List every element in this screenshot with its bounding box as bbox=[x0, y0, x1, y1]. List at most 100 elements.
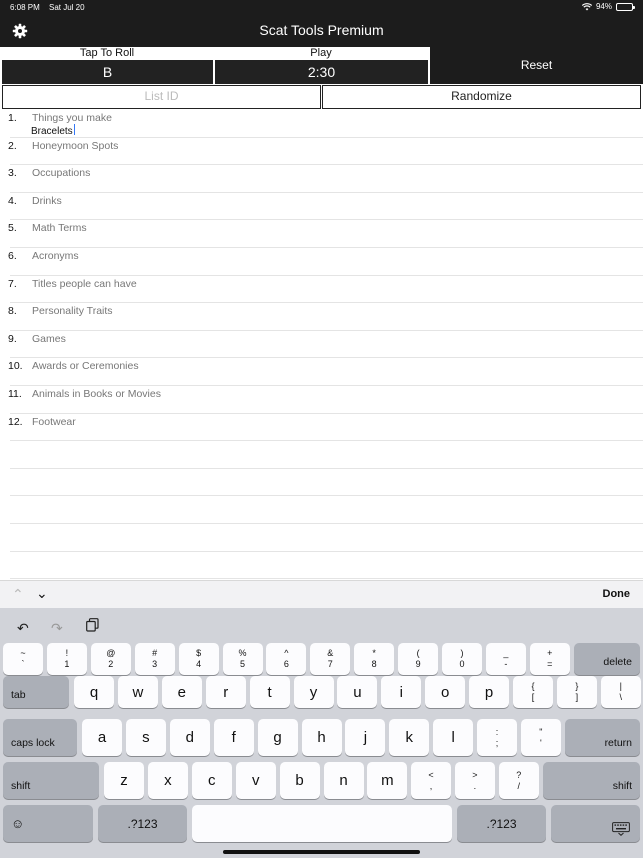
list-item[interactable]: 11. Animals in Books or Movies bbox=[8, 386, 643, 414]
key-j[interactable]: j bbox=[345, 719, 386, 756]
key[interactable]: (9 bbox=[398, 643, 439, 675]
list-item[interactable]: 10. Awards or Ceremonies bbox=[8, 358, 643, 386]
redo-icon[interactable]: ↷ bbox=[51, 620, 63, 637]
return-key[interactable]: return bbox=[565, 719, 640, 756]
key-a[interactable]: a bbox=[82, 719, 122, 756]
right-shift-key[interactable]: shift bbox=[543, 762, 640, 799]
key[interactable]: ) 0 bbox=[442, 643, 482, 675]
text-cursor bbox=[73, 124, 75, 135]
list-item[interactable]: 7. Titles people can have bbox=[8, 276, 643, 304]
key[interactable]: <, bbox=[411, 762, 451, 799]
status-right: 94% bbox=[581, 2, 635, 11]
key-bottom-glyph: - bbox=[504, 659, 508, 669]
key-label: .?123 bbox=[127, 816, 158, 831]
key-q[interactable]: q bbox=[74, 676, 114, 708]
key[interactable]: >. bbox=[454, 762, 495, 799]
key[interactable]: _ - bbox=[485, 643, 526, 675]
tab-key[interactable]: tab bbox=[3, 676, 69, 708]
key-t[interactable]: t bbox=[249, 676, 290, 708]
done-button[interactable]: Done bbox=[603, 588, 631, 600]
key-n[interactable]: n bbox=[323, 762, 364, 799]
key-glyph: e bbox=[177, 683, 186, 701]
key[interactable]: $4 bbox=[178, 643, 219, 675]
key[interactable]: | \ bbox=[600, 676, 641, 708]
paste-icon[interactable] bbox=[86, 618, 99, 635]
key-r[interactable]: r bbox=[205, 676, 246, 708]
answer-input[interactable]: Bracelets bbox=[31, 124, 75, 137]
list-item[interactable]: 12. Footwear bbox=[8, 414, 643, 442]
key[interactable]: #3 bbox=[134, 643, 175, 675]
key[interactable]: ^ 6 bbox=[266, 643, 307, 675]
key[interactable]: * 8 bbox=[354, 643, 395, 675]
key-top-glyph: ! bbox=[65, 648, 69, 658]
emoji-key[interactable]: ☺ bbox=[3, 805, 93, 842]
key-z[interactable]: z bbox=[104, 762, 144, 799]
key-g[interactable]: g bbox=[257, 719, 298, 756]
key[interactable]: + = bbox=[529, 643, 570, 675]
numbers-key-left[interactable]: .?123 bbox=[98, 805, 187, 842]
key-p[interactable]: p bbox=[469, 676, 510, 708]
key-o[interactable]: o bbox=[425, 676, 466, 708]
delete-key[interactable]: delete bbox=[574, 643, 640, 675]
numbers-key-right[interactable]: .?123 bbox=[457, 805, 546, 842]
timer-button[interactable]: 2:30 bbox=[215, 60, 428, 84]
key-x[interactable]: x bbox=[147, 762, 188, 799]
randomize-button[interactable]: Randomize bbox=[322, 85, 641, 109]
key[interactable]: @2 bbox=[90, 643, 131, 675]
key[interactable]: ! 1 bbox=[46, 643, 87, 675]
hide-keyboard-key[interactable] bbox=[551, 805, 640, 842]
left-shift-key[interactable]: shift bbox=[3, 762, 99, 799]
list-item[interactable]: 9. Games bbox=[8, 331, 643, 359]
roll-letter-button[interactable]: B bbox=[2, 60, 213, 84]
key[interactable]: }] bbox=[556, 676, 597, 708]
key[interactable]: {[ bbox=[513, 676, 553, 708]
key[interactable]: & 7 bbox=[310, 643, 351, 675]
list-item[interactable]: 2. Honeymoon Spots bbox=[8, 138, 643, 166]
list-item bbox=[10, 524, 643, 552]
key[interactable]: ~ ` bbox=[3, 643, 43, 675]
key-u[interactable]: u bbox=[337, 676, 378, 708]
caps-lock-key[interactable]: caps lock bbox=[3, 719, 77, 756]
key-label: .?123 bbox=[486, 816, 517, 831]
key-f[interactable]: f bbox=[213, 719, 254, 756]
item-number: 1. bbox=[8, 112, 17, 124]
key-i[interactable]: i bbox=[381, 676, 422, 708]
key[interactable]: :; bbox=[477, 719, 517, 756]
space-key[interactable] bbox=[192, 805, 452, 842]
key-w[interactable]: w bbox=[117, 676, 158, 708]
list-item[interactable]: 4. Drinks bbox=[8, 193, 643, 221]
list-item[interactable]: 3. Occupations bbox=[8, 165, 643, 193]
key-c[interactable]: c bbox=[191, 762, 232, 799]
key-glyph: k bbox=[405, 729, 414, 746]
item-category: Acronyms bbox=[32, 249, 79, 262]
key-v[interactable]: v bbox=[235, 762, 276, 799]
list-item[interactable]: 5. Math Terms bbox=[8, 220, 643, 248]
item-category: Honeymoon Spots bbox=[32, 139, 119, 152]
key[interactable]: ? / bbox=[498, 762, 539, 799]
chevron-down-icon[interactable]: ⌄ bbox=[36, 585, 48, 602]
key-d[interactable]: d bbox=[169, 719, 210, 756]
chevron-up-icon[interactable]: ⌃ bbox=[12, 586, 24, 603]
key-e[interactable]: e bbox=[161, 676, 202, 708]
key-top-glyph: @ bbox=[106, 648, 116, 658]
undo-icon[interactable]: ↶ bbox=[17, 620, 29, 637]
key-top-glyph: ) bbox=[460, 648, 464, 658]
roll-label: Tap To Roll bbox=[79, 47, 135, 59]
key[interactable]: % 5 bbox=[222, 643, 263, 675]
key-s[interactable]: s bbox=[125, 719, 166, 756]
key-glyph: v bbox=[251, 772, 260, 789]
key-m[interactable]: m bbox=[367, 762, 408, 799]
key-b[interactable]: b bbox=[279, 762, 320, 799]
key-h[interactable]: h bbox=[301, 719, 342, 756]
list-id-input[interactable]: List ID bbox=[2, 85, 321, 109]
list-item[interactable]: 1. Things you make Bracelets bbox=[8, 110, 643, 138]
key-k[interactable]: k bbox=[389, 719, 430, 756]
key-bottom-glyph: 6 bbox=[283, 659, 289, 669]
key-top-glyph: } bbox=[575, 681, 579, 691]
key-y[interactable]: y bbox=[293, 676, 334, 708]
list-item[interactable]: 8. Personality Traits bbox=[8, 303, 643, 331]
reset-button[interactable]: Reset bbox=[430, 47, 643, 84]
key[interactable]: " ' bbox=[520, 719, 561, 756]
key-l[interactable]: l bbox=[433, 719, 474, 756]
list-item[interactable]: 6. Acronyms bbox=[8, 248, 643, 276]
